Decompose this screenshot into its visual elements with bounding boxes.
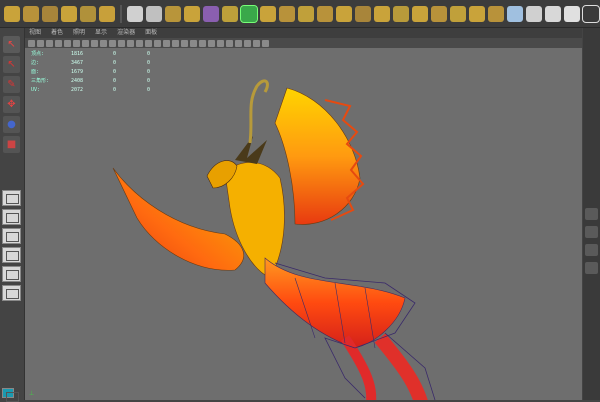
chamfer-icon[interactable]	[374, 5, 390, 22]
menu-panels[interactable]: 面板	[145, 28, 157, 38]
depth-of-field-icon[interactable]	[217, 39, 224, 47]
camera-icon[interactable]	[28, 39, 35, 47]
cut-icon[interactable]	[526, 5, 542, 22]
ambient-occlusion-icon[interactable]	[190, 39, 197, 47]
shadows-icon[interactable]	[181, 39, 188, 47]
outliner-layout-icon[interactable]	[2, 266, 21, 282]
gate-mask-icon[interactable]	[91, 39, 98, 47]
combine-icon[interactable]	[127, 5, 143, 22]
safe-action-icon[interactable]	[109, 39, 116, 47]
menu-view[interactable]: 视图	[29, 28, 41, 38]
bevel-icon[interactable]	[279, 5, 295, 22]
panel-icon-bar	[25, 38, 582, 48]
tool-settings-icon[interactable]	[585, 244, 598, 256]
field-chart-icon[interactable]	[100, 39, 107, 47]
exposure-icon[interactable]	[253, 39, 260, 47]
safe-title-icon[interactable]	[118, 39, 125, 47]
uv-icon[interactable]	[507, 5, 523, 22]
persp-graph-layout-icon[interactable]	[2, 247, 21, 263]
single-view-layout-icon[interactable]	[2, 190, 21, 206]
poke-icon[interactable]	[355, 5, 371, 22]
layer-editor-icon[interactable]	[585, 262, 598, 274]
resolution-gate-icon[interactable]	[82, 39, 89, 47]
cube-icon[interactable]	[23, 5, 39, 22]
lasso-icon[interactable]: ↖	[3, 56, 20, 73]
color-mgmt-icon[interactable]	[262, 39, 269, 47]
viewport-panel: 视图 着色 照明 显示 渲染器 面板 顶点: 1816 0 0 边: 3467 …	[25, 28, 582, 400]
image-plane-icon[interactable]	[55, 39, 62, 47]
side-by-side-layout-icon[interactable]	[2, 228, 21, 244]
view-axis-icon: ⊥	[29, 390, 35, 397]
panel-menu-bar: 视图 着色 照明 显示 渲染器 面板	[25, 28, 582, 38]
triangulate-icon[interactable]	[431, 5, 447, 22]
tail	[264, 257, 406, 349]
right-side-panel	[583, 28, 600, 400]
lights-icon[interactable]	[172, 39, 179, 47]
xray-joints-icon[interactable]	[235, 39, 242, 47]
menu-renderer[interactable]: 渲染器	[117, 28, 135, 38]
attribute-editor-icon[interactable]	[585, 226, 598, 238]
extract-icon[interactable]	[165, 5, 181, 22]
separate-icon[interactable]	[146, 5, 162, 22]
bookmark-icon[interactable]	[46, 39, 53, 47]
3d-viewport[interactable]: 顶点: 1816 0 0 边: 3467 0 0 面: 1679 0 0 三角形: 2408 0 0 U…	[25, 48, 582, 400]
anti-alias-icon[interactable]	[208, 39, 215, 47]
right-wing	[274, 87, 361, 225]
motion-blur-icon[interactable]	[199, 39, 206, 47]
tail-streamer	[374, 333, 428, 400]
wedge-icon[interactable]	[336, 5, 352, 22]
shelf-toolbar	[0, 0, 600, 28]
reduce-icon[interactable]	[393, 5, 409, 22]
textured-icon[interactable]	[163, 39, 170, 47]
rotate-icon[interactable]: ●	[3, 116, 20, 133]
unfold-icon[interactable]	[564, 5, 580, 22]
paint-select-icon[interactable]: ✎	[3, 76, 20, 93]
menu-shading[interactable]: 着色	[51, 28, 63, 38]
shelf-separator	[120, 4, 122, 23]
scale-icon[interactable]: ■	[3, 136, 20, 153]
move-icon[interactable]: ✥	[3, 96, 20, 113]
gamma-icon[interactable]	[244, 39, 251, 47]
merge-icon[interactable]	[298, 5, 314, 22]
isolate-icon[interactable]	[226, 39, 233, 47]
sew-icon[interactable]	[545, 5, 561, 22]
grid-icon[interactable]	[64, 39, 71, 47]
menu-show[interactable]: 显示	[95, 28, 107, 38]
four-view-layout-icon[interactable]	[2, 209, 21, 225]
plane-icon[interactable]	[80, 5, 96, 22]
hypershade-layout-icon[interactable]	[2, 285, 21, 301]
channel-box-icon[interactable]	[585, 208, 598, 220]
quadrangulate-icon[interactable]	[450, 5, 466, 22]
extrude-icon[interactable]	[260, 5, 276, 22]
mirror-icon[interactable]	[469, 5, 485, 22]
smooth-shade-icon[interactable]	[136, 39, 143, 47]
select-icon[interactable]: ↖	[3, 36, 20, 53]
smooth-icon[interactable]	[184, 5, 200, 22]
xray-icon[interactable]	[154, 39, 161, 47]
wireframe-on-shaded-icon[interactable]	[145, 39, 152, 47]
head-plume	[248, 79, 269, 144]
cylinder-icon[interactable]	[42, 5, 58, 22]
camera-attr-icon[interactable]	[37, 39, 44, 47]
cleanup-icon[interactable]	[412, 5, 428, 22]
fill-hole-icon[interactable]	[317, 5, 333, 22]
menu-lighting[interactable]: 照明	[73, 28, 85, 38]
script-editor-icon[interactable]	[2, 388, 19, 402]
purple-cube-icon[interactable]	[203, 5, 219, 22]
film-gate-icon[interactable]	[73, 39, 80, 47]
bridge-icon[interactable]	[222, 5, 238, 22]
torus-icon[interactable]	[99, 5, 115, 22]
phoenix-model[interactable]	[25, 48, 582, 400]
wireframe-icon[interactable]	[127, 39, 134, 47]
loop-icon[interactable]	[488, 5, 504, 22]
toolbox: ↖ ↖ ✎ ✥ ● ■	[0, 28, 25, 402]
cone-icon[interactable]	[61, 5, 77, 22]
sphere-icon[interactable]	[4, 5, 20, 22]
append-icon[interactable]	[240, 4, 258, 23]
layout-icon[interactable]	[582, 4, 600, 23]
